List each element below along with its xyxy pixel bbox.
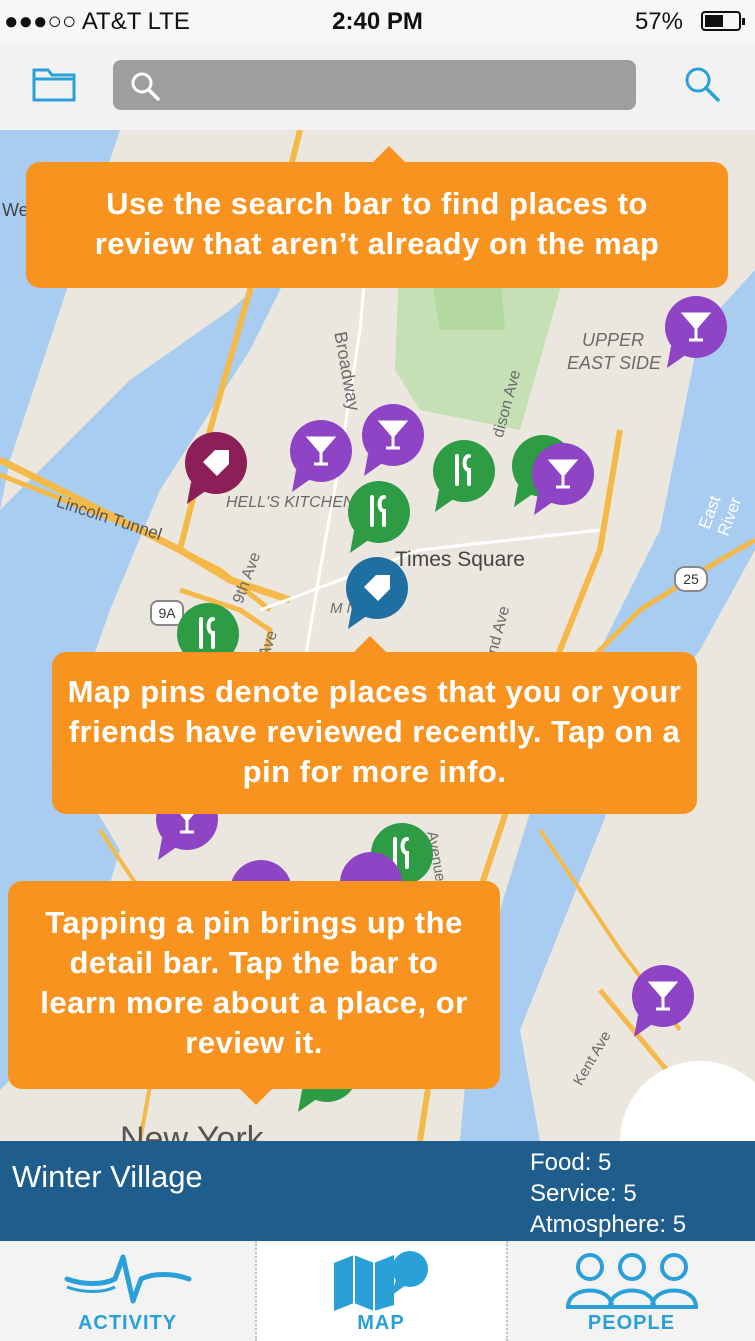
map-view[interactable]: Broadway UPPER EAST SIDE HELL'S KITCHEN …	[0, 130, 755, 1141]
place-name: Winter Village	[12, 1159, 203, 1194]
map-icon	[334, 1251, 428, 1311]
detail-tooltip-text: Tapping a pin brings up the detail bar. …	[40, 905, 468, 1060]
search-tooltip: Use the search bar to find places to rev…	[26, 146, 728, 288]
map-pin-shop-selected[interactable]	[346, 557, 408, 629]
map-label-east-side: EAST SIDE	[567, 353, 662, 373]
map-pin-bar[interactable]	[362, 404, 424, 476]
map-label-times-square: Times Square	[395, 548, 525, 571]
food-score: Food: 5	[530, 1149, 612, 1176]
tooltip-arrow	[238, 1087, 274, 1105]
search-tooltip-text: Use the search bar to find places to rev…	[94, 186, 660, 261]
map-label-new-york: New York	[120, 1120, 264, 1141]
tab-activity[interactable]: ACTIVITY	[0, 1241, 255, 1341]
map-pin-food[interactable]	[348, 481, 410, 553]
search-input[interactable]	[113, 60, 636, 110]
status-bar: ●●●○○ AT&T LTE 2:40 PM 57%	[0, 0, 755, 44]
battery-icon	[701, 11, 745, 31]
map-pin-shop[interactable]	[185, 432, 247, 504]
map-pin-bar[interactable]	[290, 420, 352, 492]
map-pin-bar[interactable]	[532, 443, 594, 515]
place-scores: Food: 5 Service: 5 Atmosphere: 5	[530, 1147, 686, 1240]
tab-map-label: MAP	[357, 1312, 405, 1334]
detail-bar[interactable]: Winter Village Food: 5 Service: 5 Atmosp…	[0, 1141, 755, 1241]
tab-map[interactable]: MAP	[257, 1241, 505, 1341]
search-header	[0, 44, 755, 131]
pins-tooltip: Map pins denote places that you or your …	[52, 636, 697, 814]
map-label-we: We	[2, 200, 29, 220]
folder-icon[interactable]	[32, 66, 76, 102]
map-pin-bar[interactable]	[632, 965, 694, 1037]
map-pin-food[interactable]	[433, 440, 495, 512]
tooltip-arrow	[371, 146, 407, 164]
activity-icon	[64, 1254, 191, 1304]
detail-tooltip: Tapping a pin brings up the detail bar. …	[8, 881, 500, 1105]
service-score: Service: 5	[530, 1180, 637, 1207]
search-field-icon	[129, 70, 161, 107]
pins-tooltip-text: Map pins denote places that you or your …	[67, 674, 682, 789]
people-icon	[565, 1253, 698, 1309]
map-label-upper: UPPER	[582, 330, 645, 350]
tab-activity-label: ACTIVITY	[77, 1312, 178, 1334]
tooltip-arrow	[352, 636, 388, 654]
route-25-shield: 25	[674, 566, 708, 592]
map-pin-bar[interactable]	[665, 296, 727, 368]
battery-fill	[705, 15, 724, 27]
tab-people-label: PEOPLE	[587, 1312, 676, 1334]
tab-people[interactable]: PEOPLE	[508, 1241, 755, 1341]
battery-percent: 57%	[634, 8, 683, 35]
tab-bar: ACTIVITY MAP PEOPLE	[0, 1241, 755, 1341]
search-icon[interactable]	[682, 64, 722, 109]
atmosphere-score: Atmosphere: 5	[530, 1211, 687, 1238]
